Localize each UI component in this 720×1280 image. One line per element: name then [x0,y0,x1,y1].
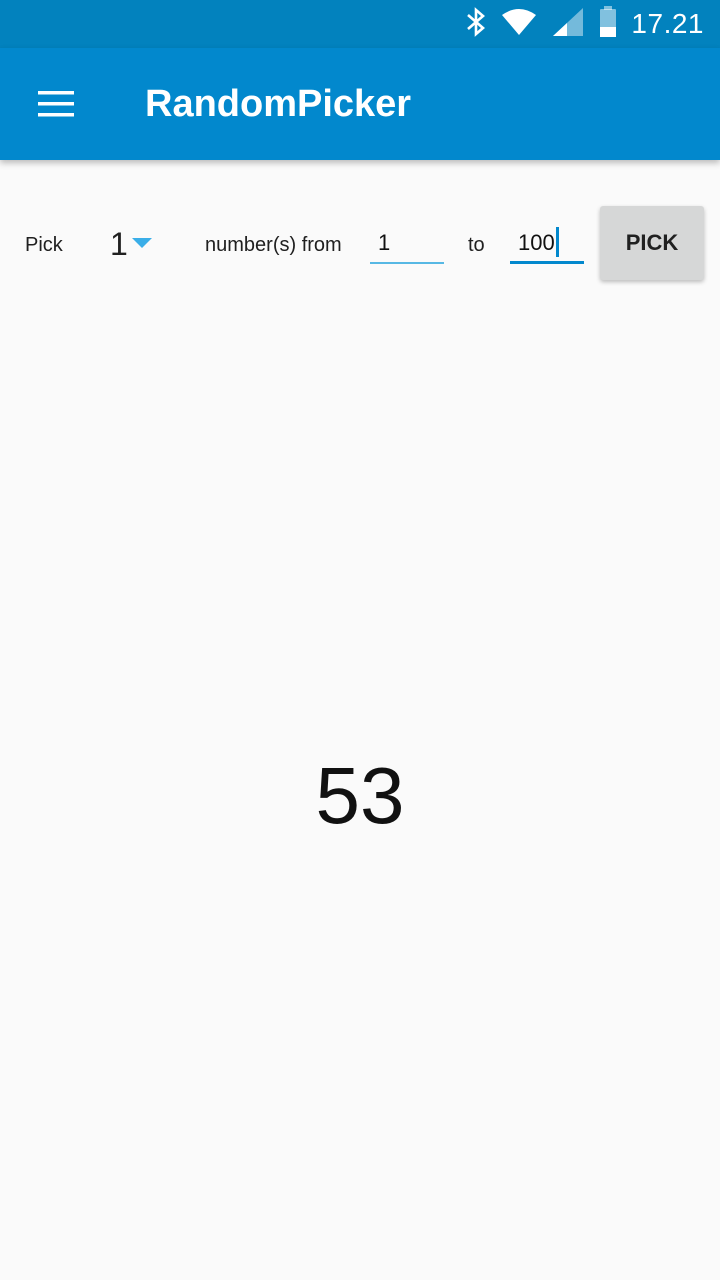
count-spinner-value: 1 [110,225,128,262]
bluetooth-icon [465,6,487,42]
from-input[interactable] [370,224,444,264]
wifi-icon [501,8,537,41]
to-input[interactable] [510,224,584,264]
app-title: RandomPicker [145,83,412,125]
status-time: 17.21 [631,8,704,39]
signal-icon [551,7,585,42]
hamburger-menu-icon[interactable] [24,74,88,134]
status-bar: 17.21 [0,0,720,48]
app-bar: RandomPicker [0,48,720,160]
numbers-from-label: number(s) from [205,234,342,256]
count-spinner[interactable]: 1 [96,216,166,272]
status-icons: 17.21 [465,0,704,48]
to-label: to [468,234,485,256]
dropdown-arrow-icon [131,238,152,248]
text-cursor [556,227,559,257]
battery-icon [599,5,617,43]
result-number: 53 [315,751,405,840]
main-content: Pick 1 number(s) from to PICK 53 [0,160,720,1280]
pick-label: Pick [25,234,63,256]
pick-button[interactable]: PICK [600,206,704,280]
